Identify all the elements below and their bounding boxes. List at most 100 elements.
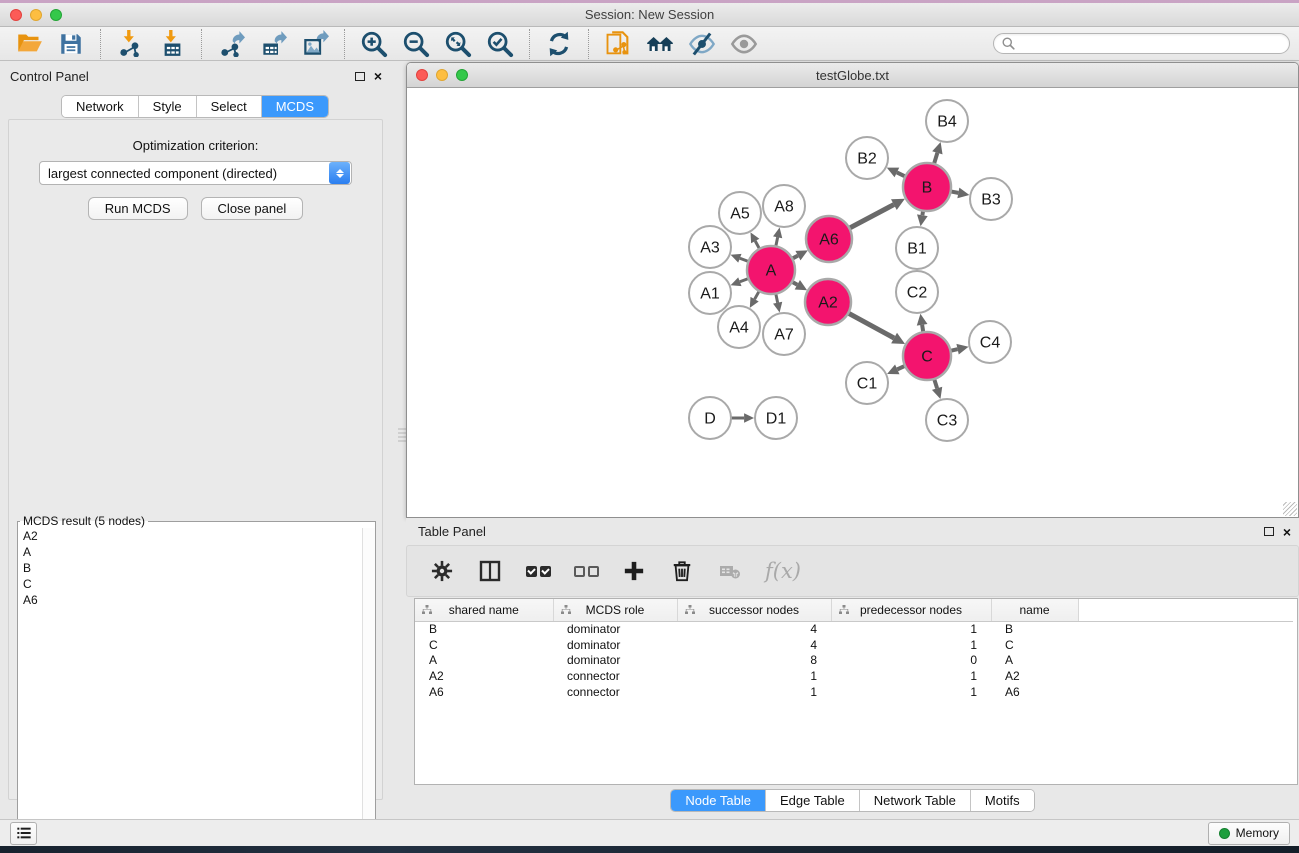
criterion-dropdown[interactable]: largest connected component (directed) (39, 161, 352, 185)
optimization-criterion-label: Optimization criterion: (9, 138, 382, 153)
export-table-icon[interactable] (259, 30, 287, 58)
import-table-icon[interactable] (158, 30, 186, 58)
control-panel-tabs: Network Style Select MCDS (61, 95, 329, 118)
float-panel-icon[interactable] (355, 72, 365, 81)
graph-edge-A-A5[interactable] (755, 241, 759, 249)
column-header[interactable]: shared name (415, 599, 553, 621)
table-header-row: shared nameMCDS rolesuccessor nodesprede… (415, 599, 1293, 621)
close-table-panel-icon[interactable]: × (1283, 527, 1291, 537)
vertical-split-handle[interactable] (398, 428, 406, 442)
tab-node-table[interactable]: Node Table (671, 790, 766, 811)
tab-edge-table[interactable]: Edge Table (766, 790, 860, 811)
tab-style[interactable]: Style (139, 96, 197, 117)
column-header[interactable]: predecessor nodes (831, 599, 991, 621)
tab-network-table[interactable]: Network Table (860, 790, 971, 811)
mcds-result-list: A2ABCA6 (20, 528, 361, 852)
table-cell: C (415, 637, 553, 653)
table-panel: Table Panel × (406, 518, 1299, 819)
zoom-in-icon[interactable] (360, 30, 388, 58)
column-header[interactable]: MCDS role (553, 599, 677, 621)
mcds-result-item[interactable]: A (20, 544, 361, 560)
graph-edge-A2-C[interactable] (848, 313, 894, 338)
graph-edge-B-B2[interactable] (897, 172, 906, 176)
search-input[interactable] (1016, 36, 1289, 52)
graph-edge-A-A4[interactable] (755, 291, 760, 299)
import-network-icon[interactable] (116, 30, 144, 58)
mcds-result-title: MCDS result (5 nodes) (20, 514, 148, 528)
table-cell: 1 (831, 684, 991, 700)
mcds-result-item[interactable]: B (20, 560, 361, 576)
first-neighbors-icon[interactable] (646, 30, 674, 58)
delete-column-trash-icon[interactable] (669, 558, 695, 584)
graph-edge-C-C3[interactable] (934, 379, 937, 388)
table-cell: B (991, 621, 1078, 637)
table-row[interactable]: A2connector11A2 (415, 668, 1293, 684)
column-header[interactable]: name (991, 599, 1078, 621)
graph-edge-C-C1[interactable] (897, 366, 905, 370)
graph-edge-A6-B[interactable] (849, 205, 894, 229)
table-row[interactable]: Adominator80A (415, 652, 1293, 668)
graph-edge-arrowhead (956, 344, 968, 355)
graph-edge-arrowhead (932, 142, 942, 154)
table-cell: dominator (553, 621, 677, 637)
hide-graphics-icon[interactable] (688, 30, 716, 58)
network-canvas[interactable]: AA1A2A3A4A5A6A7A8BB1B2B3B4CC1C2C3C4DD1 (407, 88, 1298, 517)
table-settings-gear-icon[interactable] (429, 558, 455, 584)
close-panel-icon[interactable]: × (374, 71, 382, 81)
table-panel-tabs: Node Table Edge Table Network Table Moti… (670, 789, 1034, 812)
tab-motifs[interactable]: Motifs (971, 790, 1034, 811)
graph-edge-A-A8[interactable] (776, 237, 778, 246)
control-panel-title: Control Panel (10, 69, 89, 84)
graph-edge-A-A1[interactable] (740, 278, 749, 281)
zoom-fit-icon[interactable] (444, 30, 472, 58)
new-network-from-file-icon[interactable] (604, 30, 632, 58)
create-column-plus-icon[interactable] (621, 558, 647, 584)
graph-node-label: A (766, 263, 777, 280)
graph-node-label: B3 (981, 192, 1001, 209)
tab-mcds[interactable]: MCDS (262, 96, 328, 117)
show-graphics-icon[interactable] (730, 30, 758, 58)
run-mcds-button[interactable]: Run MCDS (88, 197, 188, 220)
mcds-result-item[interactable]: A6 (20, 592, 361, 608)
show-column-panel-icon[interactable] (477, 558, 503, 584)
close-panel-button[interactable]: Close panel (201, 197, 304, 220)
export-image-icon[interactable] (301, 30, 329, 58)
tab-network[interactable]: Network (62, 96, 139, 117)
graph-node-label: C (921, 349, 933, 366)
mcds-result-item[interactable]: A2 (20, 528, 361, 544)
open-session-icon[interactable] (15, 30, 43, 58)
zoom-selected-icon[interactable] (486, 30, 514, 58)
task-history-icon[interactable] (10, 822, 37, 845)
table-cell: A6 (415, 684, 553, 700)
export-network-icon[interactable] (217, 30, 245, 58)
application-window: Session: New Session (0, 0, 1299, 853)
table-cell: 1 (831, 637, 991, 653)
status-bar: Memory (0, 819, 1299, 846)
table-cell: A (415, 652, 553, 668)
app-title: Session: New Session (0, 7, 1299, 22)
zoom-out-icon[interactable] (402, 30, 430, 58)
save-session-icon[interactable] (57, 30, 85, 58)
tab-select[interactable]: Select (197, 96, 262, 117)
refresh-layout-icon[interactable] (545, 30, 573, 58)
mcds-result-item[interactable]: C (20, 576, 361, 592)
table-cell-empty (1078, 637, 1293, 653)
graph-edge-A-A3[interactable] (740, 258, 749, 261)
table-cell: 8 (677, 652, 831, 668)
graph-edge-A-A7[interactable] (776, 294, 778, 303)
memory-button[interactable]: Memory (1208, 822, 1290, 845)
window-resize-grip[interactable] (1283, 502, 1297, 516)
delete-table-icon (717, 558, 743, 584)
table-row[interactable]: A6connector11A6 (415, 684, 1293, 700)
result-list-scrollbar[interactable] (362, 528, 375, 852)
float-table-panel-icon[interactable] (1264, 527, 1274, 536)
table-row[interactable]: Bdominator41B (415, 621, 1293, 637)
select-all-columns-icon[interactable] (525, 558, 551, 584)
table-cell: A6 (991, 684, 1078, 700)
node-table: shared nameMCDS rolesuccessor nodesprede… (414, 598, 1298, 785)
column-header[interactable]: successor nodes (677, 599, 831, 621)
table-row[interactable]: Cdominator41C (415, 637, 1293, 653)
unselect-all-columns-icon[interactable] (573, 558, 599, 584)
graph-edge-B-B4[interactable] (934, 153, 937, 164)
table-cell: 1 (831, 668, 991, 684)
